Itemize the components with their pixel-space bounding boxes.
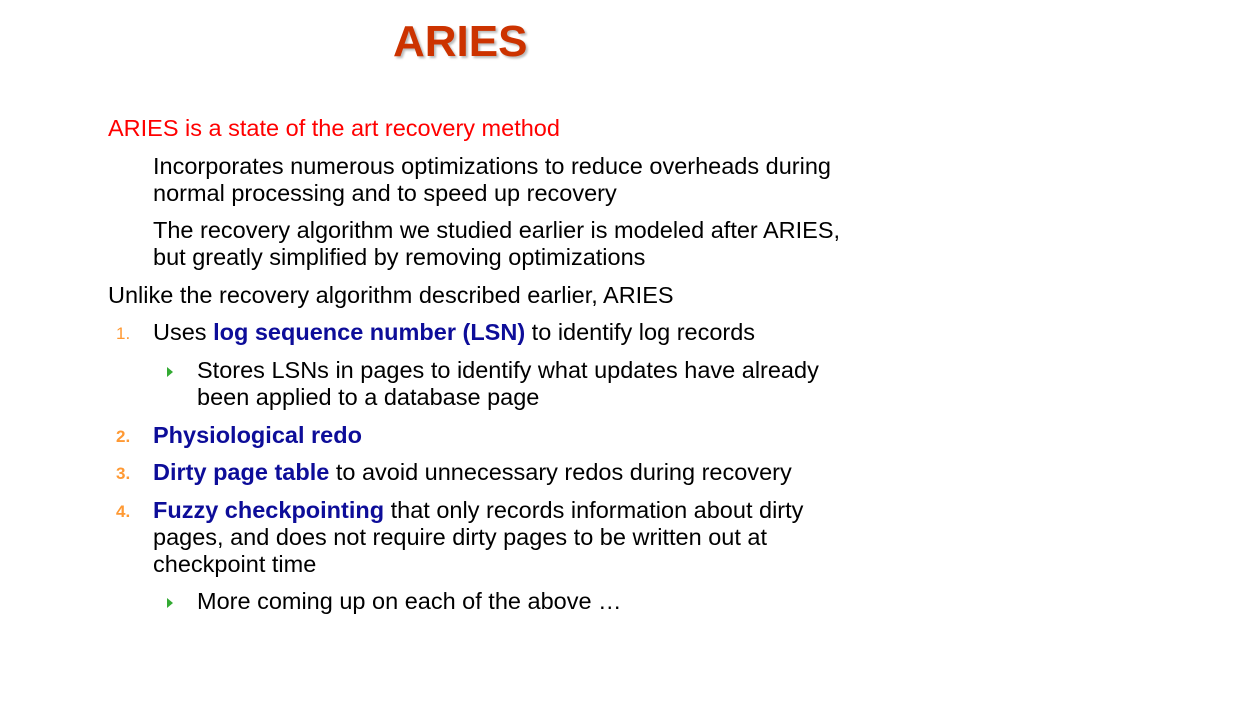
arrow-bullet-icon	[167, 367, 173, 377]
keyword-fuzzy-checkpointing: Fuzzy checkpointing	[153, 497, 385, 523]
list-item-fuzzy-line2: pages, and does not require dirty pages …	[153, 524, 768, 550]
list-item-lsn-rest: to identify log records	[525, 319, 756, 345]
list-number-1: 1.	[116, 324, 131, 343]
sub-bullet-modeled-line2: but greatly simplified by removing optim…	[153, 244, 646, 270]
list-item-dirty-page-table: Dirty page table to avoid unnecessary re…	[153, 459, 792, 486]
keyword-physiological-redo: Physiological redo	[153, 422, 362, 448]
sub-bullet-optimizations-line1: Incorporates numerous optimizations to r…	[153, 153, 831, 179]
list-number-4: 4.	[116, 502, 131, 521]
keyword-lsn: log sequence number (LSN)	[213, 319, 526, 345]
list-number-2: 2.	[116, 427, 131, 446]
list-item-fuzzy-checkpointing: Fuzzy checkpointing that only records in…	[153, 497, 803, 524]
list-item-fuzzy-rest: that only records information about dirt…	[384, 497, 804, 523]
list-item-lsn: Uses log sequence number (LSN) to identi…	[153, 319, 755, 346]
sub-item-stores-lsn-line2: been applied to a database page	[197, 384, 540, 410]
bullet-aries-intro: ARIES is a state of the art recovery met…	[108, 115, 560, 141]
sub-item-more-coming: More coming up on each of the above …	[197, 588, 622, 614]
bullet-unlike-earlier: Unlike the recovery algorithm described …	[108, 282, 674, 308]
slide-title: ARIES	[393, 17, 528, 66]
sub-item-stores-lsn-line1: Stores LSNs in pages to identify what up…	[197, 357, 819, 383]
list-number-3: 3.	[116, 464, 131, 483]
keyword-dirty-page-table: Dirty page table	[153, 459, 330, 485]
list-item-lsn-prefix: Uses	[153, 319, 214, 345]
list-item-fuzzy-line3: checkpoint time	[153, 551, 317, 577]
sub-bullet-modeled-line1: The recovery algorithm we studied earlie…	[153, 217, 841, 243]
sub-bullet-optimizations-line2: normal processing and to speed up recove…	[153, 180, 617, 206]
arrow-bullet-icon	[167, 598, 173, 608]
list-item-dirty-page-table-rest: to avoid unnecessary redos during recove…	[329, 459, 792, 485]
